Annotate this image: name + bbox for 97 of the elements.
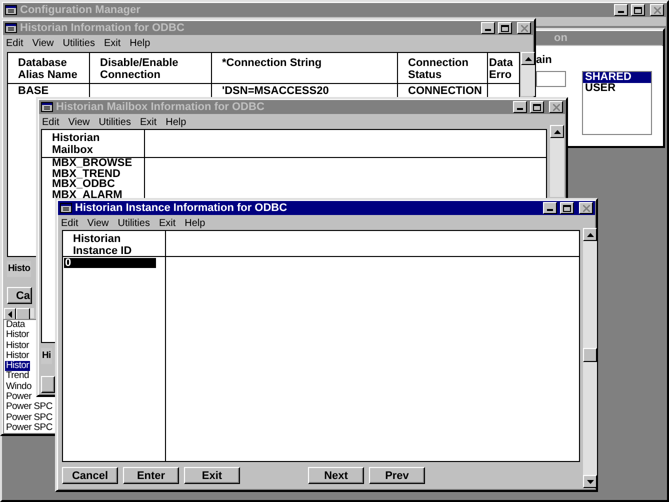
maximize-icon — [501, 24, 509, 32]
close-button[interactable] — [549, 101, 563, 113]
column-header: *Connection String — [212, 53, 397, 84]
list-item[interactable]: Data — [5, 320, 26, 330]
scrollbar[interactable] — [583, 228, 597, 488]
window-icon — [5, 5, 17, 15]
menu-item[interactable]: Exit — [104, 36, 121, 50]
field-label: Histo — [7, 260, 32, 277]
list-item[interactable]: Power SPC — [5, 422, 54, 434]
scroll-thumb[interactable] — [583, 348, 597, 362]
minimize-button[interactable] — [543, 202, 557, 214]
maximize-icon — [634, 6, 642, 14]
menu-item[interactable]: View — [68, 114, 90, 130]
menu-item[interactable]: Exit — [158, 216, 176, 230]
minimize-button[interactable] — [513, 101, 527, 113]
column-header: Disable/Enable Connection — [90, 53, 211, 84]
close-button[interactable] — [579, 202, 593, 214]
column-header: Historian Mailbox — [42, 130, 144, 158]
up-arrow-icon — [524, 56, 532, 60]
menu-item[interactable]: Utilities — [118, 216, 150, 230]
menu-item[interactable]: View — [32, 36, 54, 50]
menu-item[interactable]: Help — [130, 36, 150, 50]
window-title: on — [553, 31, 568, 45]
maximize-button[interactable] — [498, 22, 512, 34]
up-arrow-icon — [554, 130, 560, 134]
action-button[interactable]: Cancel — [62, 467, 118, 484]
list-item[interactable]: Power SPC — [5, 402, 54, 413]
maximize-button[interactable] — [560, 202, 574, 214]
list-item[interactable]: Histor — [5, 340, 30, 351]
column-header: Database Alias Name — [8, 53, 89, 84]
action-button[interactable]: Enter — [123, 467, 179, 484]
table-cell-text: MBX_TREND — [51, 168, 122, 179]
list-item[interactable]: Windo — [5, 382, 32, 392]
menu-item[interactable]: Utilities — [98, 114, 131, 130]
table-cell-text: MBX_BROWSE — [51, 158, 134, 168]
close-icon — [654, 6, 660, 14]
close-icon — [552, 104, 560, 110]
window-title: Configuration Manager — [20, 3, 142, 17]
up-arrow-icon — [586, 232, 594, 236]
minimize-button[interactable] — [481, 22, 495, 34]
window-icon — [5, 23, 17, 33]
menu-item[interactable]: Utilities — [62, 36, 95, 50]
menu-item[interactable]: Exit — [140, 114, 157, 130]
window-title: Historian Mailbox Information for ODBC — [56, 100, 266, 114]
partial-button[interactable] — [41, 376, 55, 394]
table-cell-text: CONNECTION — [407, 84, 483, 96]
list-item[interactable]: Power — [5, 392, 32, 402]
scroll-down-button[interactable] — [583, 475, 597, 488]
menu-item[interactable]: Edit — [42, 114, 60, 130]
scroll-up-button[interactable] — [550, 125, 564, 138]
close-icon — [582, 204, 590, 212]
field-label: ain — [536, 53, 553, 68]
maximize-icon — [533, 104, 541, 110]
horizontal-scrollbar[interactable] — [3, 307, 35, 319]
window-title: Historian Instance Information for ODBC — [75, 201, 288, 215]
close-button[interactable] — [517, 22, 531, 34]
list-item[interactable]: Histor — [5, 350, 30, 362]
close-button[interactable] — [650, 4, 664, 16]
partial-button[interactable]: Ca — [7, 287, 32, 304]
table-cell-text: 'DSN=MSACCESS20 — [221, 84, 330, 96]
action-button[interactable]: Exit — [184, 467, 240, 484]
list-item[interactable]: SHARED — [583, 72, 651, 82]
maximize-icon — [563, 204, 571, 212]
list-item[interactable]: USER — [583, 82, 651, 93]
table-cell-text: MBX_ALARM — [51, 190, 124, 200]
list-item[interactable]: Power SPC — [5, 412, 54, 423]
menu-item[interactable]: Help — [166, 114, 186, 130]
list-item[interactable]: Histor — [5, 361, 30, 372]
input-field[interactable] — [536, 71, 566, 87]
down-arrow-icon — [586, 480, 594, 484]
maximize-button[interactable] — [631, 4, 645, 16]
scroll-up-button[interactable] — [583, 228, 597, 241]
action-button[interactable]: Next — [308, 467, 364, 484]
scroll-left-button[interactable] — [4, 308, 16, 320]
column-header: Historian Instance ID — [63, 231, 165, 257]
action-button[interactable]: Prev — [369, 467, 425, 484]
scrollbar[interactable] — [521, 52, 535, 96]
scroll-up-button[interactable] — [521, 52, 535, 65]
maximize-button[interactable] — [530, 101, 544, 113]
menu-item[interactable]: Edit — [61, 216, 78, 230]
field-label: Hi — [41, 348, 52, 364]
left-arrow-icon — [8, 310, 12, 318]
menu-item[interactable]: View — [87, 216, 109, 230]
menu-item[interactable]: Edit — [6, 36, 24, 50]
column-header: Data Erro — [488, 53, 519, 84]
table-cell-text: BASE — [17, 84, 50, 96]
list-item[interactable]: Trend — [5, 371, 30, 382]
table-cell[interactable]: 0 — [64, 258, 156, 268]
scrollbar[interactable] — [550, 125, 564, 197]
menu-item[interactable]: Help — [184, 216, 206, 230]
close-icon — [520, 24, 528, 32]
window-title: Historian Information for ODBC — [20, 21, 186, 35]
window-icon — [41, 102, 53, 112]
column-header: Connection Status — [398, 53, 487, 84]
list-item[interactable]: Histor — [5, 330, 30, 341]
table-cell-text: MBX_ODBC — [51, 179, 115, 190]
minimize-button[interactable] — [614, 4, 628, 16]
